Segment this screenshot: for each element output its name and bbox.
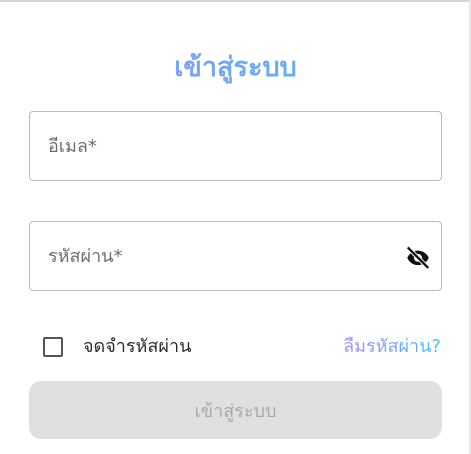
remember-checkbox[interactable] <box>43 337 63 357</box>
email-input[interactable] <box>48 112 408 180</box>
eye-off-icon[interactable] <box>404 243 432 271</box>
login-card: เข้าสู่ระบบ จดจำรหัสผ่าน ลืมรหัสผ่าน? เข… <box>0 0 471 454</box>
forgot-password-link[interactable]: ลืมรหัสผ่าน? <box>343 335 441 359</box>
page-title: เข้าสู่ระบบ <box>0 50 471 86</box>
login-button[interactable]: เข้าสู่ระบบ <box>29 381 442 439</box>
email-field[interactable] <box>29 111 442 181</box>
top-divider <box>0 0 471 2</box>
password-input[interactable] <box>48 222 408 290</box>
remember-label: จดจำรหัสผ่าน <box>83 336 192 357</box>
remember-me[interactable]: จดจำรหัสผ่าน <box>43 335 191 359</box>
password-field[interactable] <box>29 221 442 291</box>
